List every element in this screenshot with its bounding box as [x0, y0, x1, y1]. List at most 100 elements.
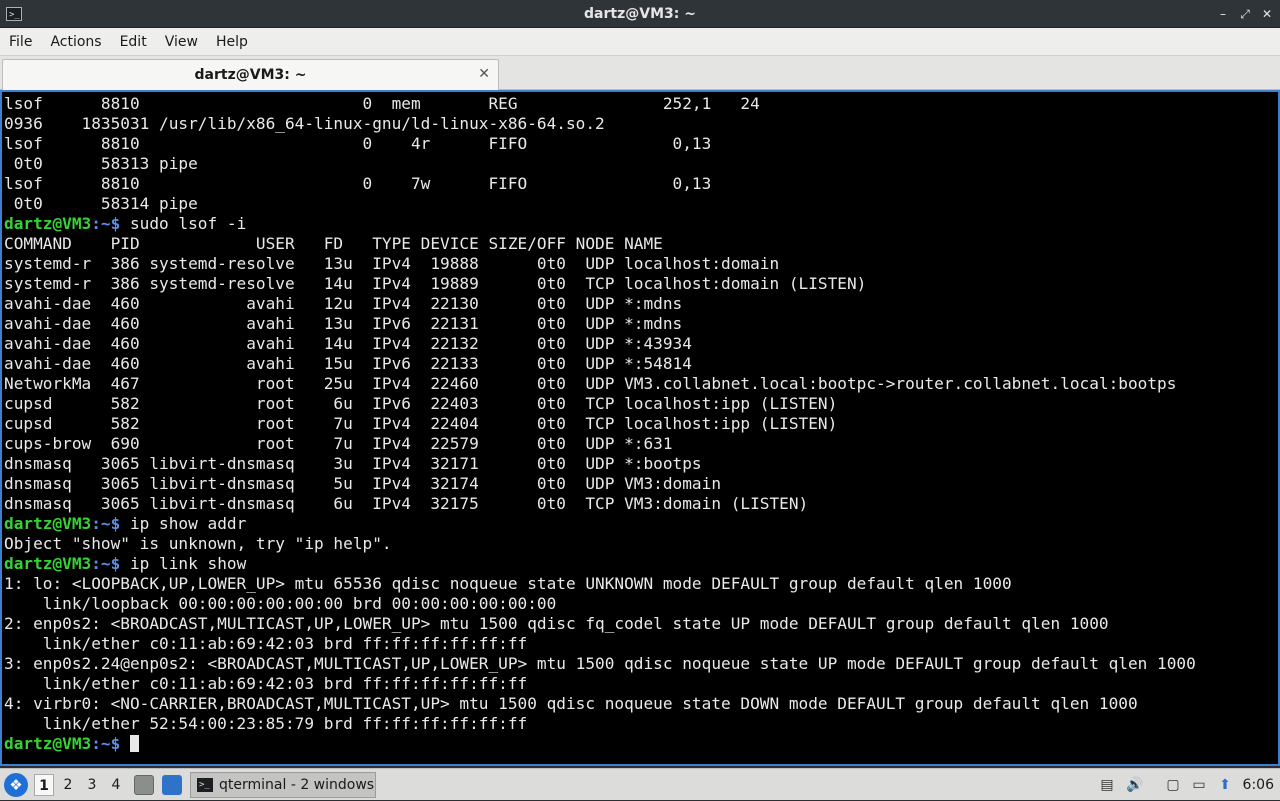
terminal-output-line: link/ether c0:11:ab:69:42:03 brd ff:ff:f…	[4, 674, 1278, 694]
terminal-output-line: 3: enp0s2.24@enp0s2: <BROADCAST,MULTICAS…	[4, 654, 1278, 674]
terminal-output-line: lsof 8810 0 4r FIFO 0,13	[4, 134, 1278, 154]
terminal-output-line: link/loopback 00:00:00:00:00:00 brd 00:0…	[4, 594, 1278, 614]
line-text: link/ether c0:11:ab:69:42:03 brd ff:ff:f…	[4, 634, 528, 653]
terminal-output-line: 1: lo: <LOOPBACK,UP,LOWER_UP> mtu 65536 …	[4, 574, 1278, 594]
terminal-output-line: Object "show" is unknown, try "ip help".	[4, 534, 1278, 554]
start-menu-icon[interactable]: ❖	[4, 773, 28, 797]
minimize-button[interactable]: –	[1216, 7, 1230, 21]
line-text: 0t0 58313 pipe	[4, 154, 198, 173]
terminal-output: lsof 8810 0 mem REG 252,1 24 0936 1835031…	[2, 92, 1278, 754]
terminal-output-line: dnsmasq 3065 libvirt-dnsmasq 3u IPv4 321…	[4, 454, 1278, 474]
terminal-output-line: 0t0 58314 pipe	[4, 194, 1278, 214]
terminal-output-line: 2: enp0s2: <BROADCAST,MULTICAST,UP,LOWER…	[4, 614, 1278, 634]
line-text: dnsmasq 3065 libvirt-dnsmasq 5u IPv4 321…	[4, 474, 722, 493]
tab-close-icon[interactable]: ✕	[478, 66, 490, 82]
line-text: systemd-r 386 systemd-resolve 14u IPv4 1…	[4, 274, 867, 293]
line-text: dnsmasq 3065 libvirt-dnsmasq 6u IPv4 321…	[4, 494, 809, 513]
tab-strip: dartz@VM3: ~ ✕	[0, 56, 1280, 90]
prompt-user: dartz@VM3	[4, 734, 92, 753]
terminal-output-line: dnsmasq 3065 libvirt-dnsmasq 5u IPv4 321…	[4, 474, 1278, 494]
close-button[interactable]: ✕	[1260, 7, 1274, 21]
line-text: dnsmasq 3065 libvirt-dnsmasq 3u IPv4 321…	[4, 454, 702, 473]
menu-view[interactable]: View	[156, 28, 207, 56]
terminal-tab[interactable]: dartz@VM3: ~ ✕	[2, 59, 499, 90]
prompt-user: dartz@VM3	[4, 214, 92, 233]
terminal-prompt-line: dartz@VM3:~$	[4, 734, 1278, 754]
terminal-output-line: link/ether c0:11:ab:69:42:03 brd ff:ff:f…	[4, 634, 1278, 654]
terminal-view[interactable]: lsof 8810 0 mem REG 252,1 24 0936 1835031…	[0, 90, 1280, 766]
line-text: sudo lsof -i	[120, 214, 247, 233]
line-text: link/loopback 00:00:00:00:00:00 brd 00:0…	[4, 594, 557, 613]
line-text: link/ether 52:54:00:23:85:79 brd ff:ff:f…	[4, 714, 528, 733]
text-cursor	[130, 735, 139, 752]
line-text: lsof 8810 0 4r FIFO 0,13	[4, 134, 712, 153]
line-text: avahi-dae 460 avahi 15u IPv6 22133 0t0 U…	[4, 354, 692, 373]
clock[interactable]: 6:06	[1243, 769, 1274, 801]
terminal-prompt-line: dartz@VM3:~$ sudo lsof -i	[4, 214, 1278, 234]
menu-edit[interactable]: Edit	[111, 28, 156, 56]
line-text	[120, 734, 130, 753]
menu-file[interactable]: File	[0, 28, 41, 56]
terminal-output-line: link/ether 52:54:00:23:85:79 brd ff:ff:f…	[4, 714, 1278, 734]
line-text: avahi-dae 460 avahi 13u IPv6 22131 0t0 U…	[4, 314, 683, 333]
menu-actions[interactable]: Actions	[41, 28, 110, 56]
network-icon[interactable]: ▤	[1098, 776, 1116, 794]
terminal-output-line: lsof 8810 0 mem REG 252,1 24	[4, 94, 1278, 114]
terminal-output-line: 4: virbr0: <NO-CARRIER,BROADCAST,MULTICA…	[4, 694, 1278, 714]
desktop-2-button[interactable]: 2	[58, 774, 78, 796]
window-titlebar[interactable]: >_ dartz@VM3: ~ – ⤢ ✕	[0, 0, 1280, 28]
terminal-output-line: cups-brow 690 root 7u IPv4 22579 0t0 UDP…	[4, 434, 1278, 454]
display-icon[interactable]: ▭	[1190, 776, 1208, 794]
line-text: ip link show	[120, 554, 247, 573]
line-text: cupsd 582 root 7u IPv4 22404 0t0 TCP loc…	[4, 414, 838, 433]
menu-help[interactable]: Help	[207, 28, 257, 56]
line-text: 4: virbr0: <NO-CARRIER,BROADCAST,MULTICA…	[4, 694, 1138, 713]
terminal-output-line: 0t0 58313 pipe	[4, 154, 1278, 174]
terminal-task-icon: >_	[197, 778, 213, 792]
prompt-user: dartz@VM3	[4, 514, 92, 533]
terminal-prompt-line: dartz@VM3:~$ ip link show	[4, 554, 1278, 574]
prompt-path: :~$	[91, 554, 121, 573]
line-text: 3: enp0s2.24@enp0s2: <BROADCAST,MULTICAS…	[4, 654, 1196, 673]
line-text: NetworkMa 467 root 25u IPv4 22460 0t0 UD…	[4, 374, 1177, 393]
desktop-1-button[interactable]: 1	[34, 774, 54, 796]
clipboard-icon[interactable]: ▢	[1164, 776, 1182, 794]
desktop-3-button[interactable]: 3	[82, 774, 102, 796]
terminal-output-line: dnsmasq 3065 libvirt-dnsmasq 6u IPv4 321…	[4, 494, 1278, 514]
terminal-output-line: avahi-dae 460 avahi 12u IPv4 22130 0t0 U…	[4, 294, 1278, 314]
taskbar: ❖ 1 2 3 4 >_ qterminal - 2 windows ▤ 🔊 ▢…	[0, 768, 1280, 800]
line-text: lsof 8810 0 mem REG 252,1 24	[4, 94, 760, 113]
line-text: 0t0 58314 pipe	[4, 194, 198, 213]
terminal-output-line: systemd-r 386 systemd-resolve 13u IPv4 1…	[4, 254, 1278, 274]
line-text: systemd-r 386 systemd-resolve 13u IPv4 1…	[4, 254, 780, 273]
prompt-path: :~$	[91, 514, 121, 533]
line-text: ip show addr	[120, 514, 247, 533]
desktop-4-button[interactable]: 4	[106, 774, 126, 796]
line-text: avahi-dae 460 avahi 12u IPv4 22130 0t0 U…	[4, 294, 683, 313]
terminal-output-line: avahi-dae 460 avahi 15u IPv6 22133 0t0 U…	[4, 354, 1278, 374]
terminal-output-line: 0936 1835031 /usr/lib/x86_64-linux-gnu/l…	[4, 114, 1278, 134]
line-text: cups-brow 690 root 7u IPv4 22579 0t0 UDP…	[4, 434, 673, 453]
line-text: link/ether c0:11:ab:69:42:03 brd ff:ff:f…	[4, 674, 528, 693]
line-text: 2: enp0s2: <BROADCAST,MULTICAST,UP,LOWER…	[4, 614, 1109, 633]
terminal-output-line: cupsd 582 root 6u IPv6 22403 0t0 TCP loc…	[4, 394, 1278, 414]
show-desktop-icon[interactable]	[162, 775, 182, 795]
task-label: qterminal - 2 windows	[219, 777, 375, 793]
terminal-output-line: avahi-dae 460 avahi 13u IPv6 22131 0t0 U…	[4, 314, 1278, 334]
file-manager-icon[interactable]	[134, 775, 154, 795]
menubar: File Actions Edit View Help	[0, 28, 1280, 56]
update-icon[interactable]: ⬆	[1216, 776, 1234, 794]
line-text: 1: lo: <LOOPBACK,UP,LOWER_UP> mtu 65536 …	[4, 574, 1012, 593]
tab-label: dartz@VM3: ~	[194, 67, 307, 83]
volume-icon[interactable]: 🔊	[1126, 776, 1144, 794]
terminal-output-line: cupsd 582 root 7u IPv4 22404 0t0 TCP loc…	[4, 414, 1278, 434]
line-text: lsof 8810 0 7w FIFO 0,13	[4, 174, 712, 193]
prompt-user: dartz@VM3	[4, 554, 92, 573]
line-text: 0936 1835031 /usr/lib/x86_64-linux-gnu/l…	[4, 114, 605, 133]
terminal-output-line: COMMAND PID USER FD TYPE DEVICE SIZE/OFF…	[4, 234, 1278, 254]
taskbar-task-qterminal[interactable]: >_ qterminal - 2 windows	[190, 772, 376, 798]
maximize-button[interactable]: ⤢	[1238, 7, 1252, 21]
window-title: dartz@VM3: ~	[584, 5, 696, 22]
line-text: COMMAND PID USER FD TYPE DEVICE SIZE/OFF…	[4, 234, 663, 253]
terminal-output-line: systemd-r 386 systemd-resolve 14u IPv4 1…	[4, 274, 1278, 294]
